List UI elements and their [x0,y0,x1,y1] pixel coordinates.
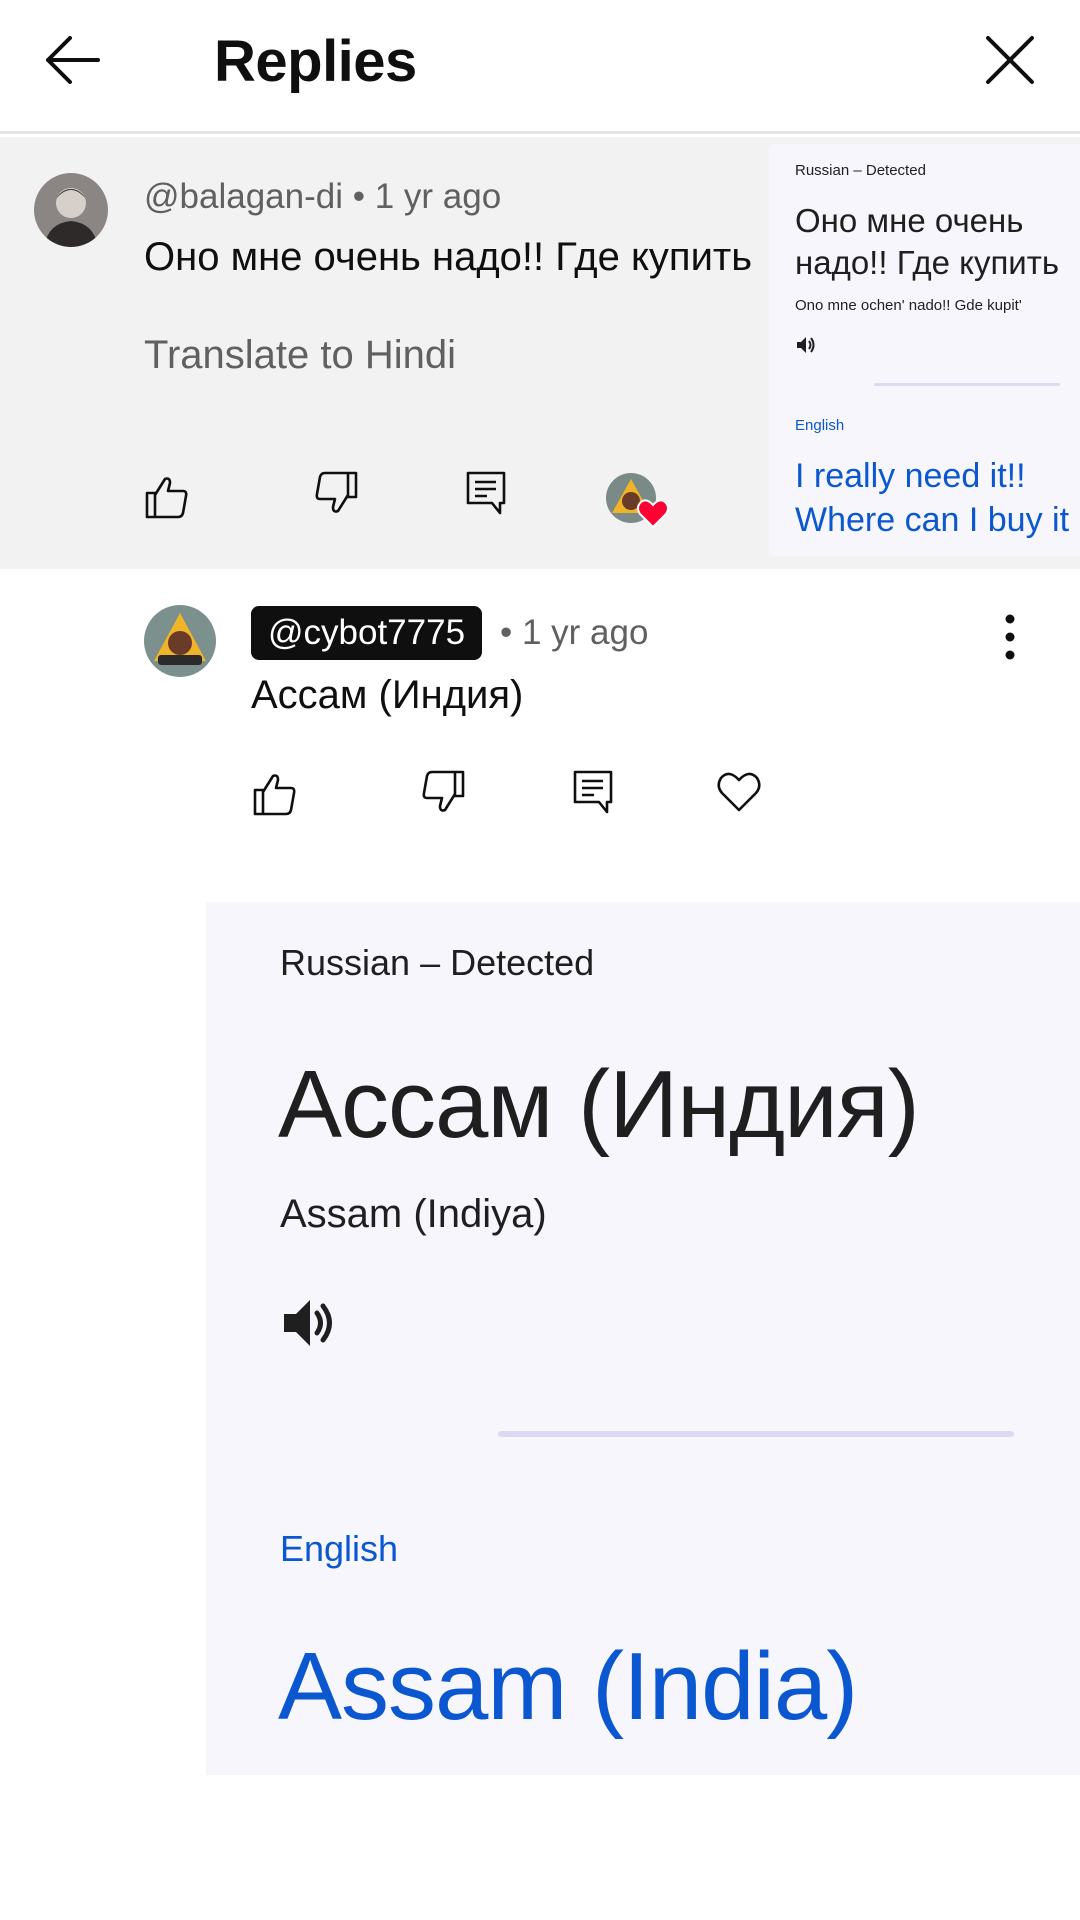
back-button[interactable] [40,28,104,92]
translate-link[interactable]: Translate to Hindi [144,333,456,378]
source-language-label: Russian – Detected [795,162,926,179]
divider [498,1431,1014,1437]
target-language-label: English [280,1528,399,1569]
dislike-icon[interactable] [312,469,360,517]
dislike-icon[interactable] [419,768,467,816]
close-icon [986,36,1034,84]
like-icon[interactable] [251,770,299,818]
comment-meta: @balagan-di • 1 yr ago [144,177,502,216]
more-options-icon[interactable] [992,609,1028,665]
comment-text: Ассам (Индия) [251,673,524,717]
speaker-icon[interactable] [280,1294,338,1352]
reply-comment: @cybot7775 • 1 yr ago Ассам (Индия) [0,569,1080,869]
reply-icon[interactable] [462,469,510,517]
translation-panel: Russian – Detected Ассам (Индия) Assam (… [206,902,1080,1775]
comment-text: Оно мне очень надо!! Где купить [144,235,753,279]
transliteration: Ono mne ochen' nado!! Gde kupit' [795,297,1022,314]
divider [874,383,1060,386]
heart-icon[interactable] [715,768,763,816]
transliteration: Assam (Indiya) [280,1192,547,1236]
creator-heart-icon [637,499,669,528]
source-language-label: Russian – Detected [280,942,595,983]
comment-time: • 1 yr ago [500,613,649,652]
close-button[interactable] [978,28,1042,92]
avatar[interactable] [144,605,216,677]
target-language-label: English [795,417,845,434]
translated-text: Assam (India) [278,1633,858,1740]
mini-translation-card: Russian – Detected Оно мне очень надо!! … [769,144,1080,556]
top-bar: Replies [0,0,1080,134]
arrow-left-icon [46,36,100,84]
avatar[interactable] [34,173,108,247]
translated-text: I really need it!! Where can I buy it [795,457,1070,539]
speaker-icon[interactable] [795,334,817,356]
reply-icon[interactable] [569,768,617,816]
source-text: Ассам (Индия) [278,1051,920,1158]
author-handle[interactable]: @cybot7775 [251,606,483,660]
page-title: Replies [214,29,417,94]
like-icon[interactable] [143,473,191,521]
source-text: Оно мне очень надо!! Где купить [795,202,1060,281]
